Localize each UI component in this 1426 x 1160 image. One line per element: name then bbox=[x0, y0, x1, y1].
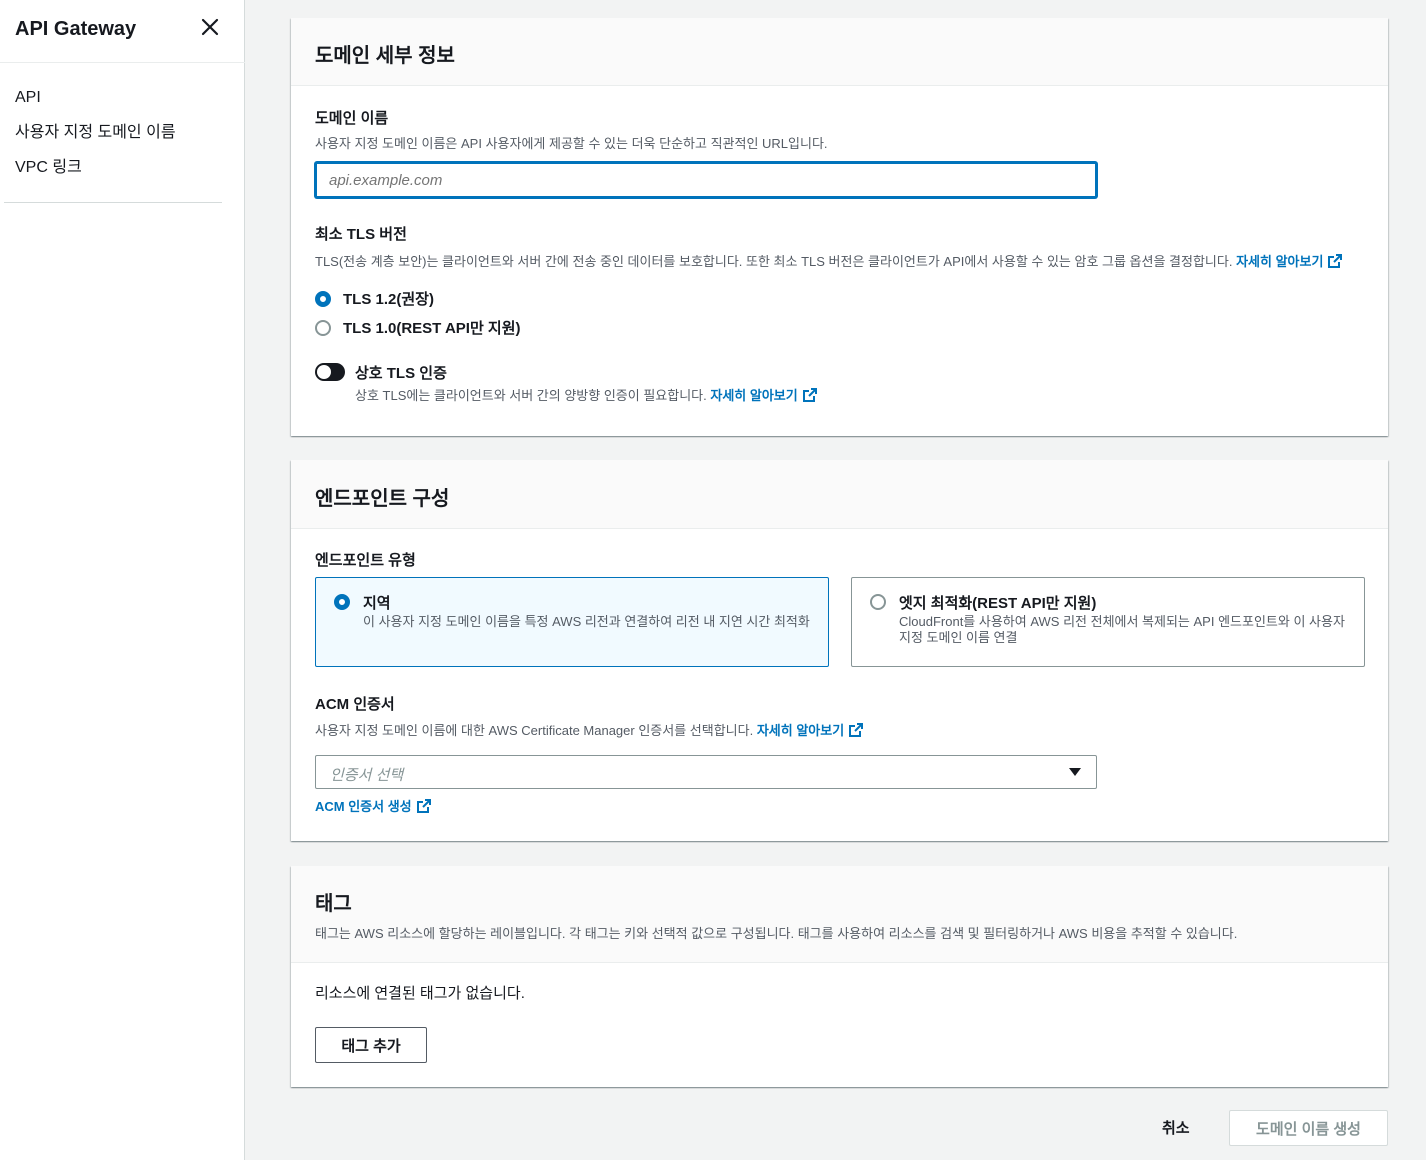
mutual-tls-learn-more-label: 자세히 알아보기 bbox=[710, 388, 798, 403]
sidebar-item-custom-domain-names[interactable]: 사용자 지정 도메인 이름 bbox=[15, 115, 176, 150]
radio-unchecked-icon[interactable] bbox=[315, 319, 331, 336]
domain-name-label: 도메인 이름 bbox=[315, 110, 389, 127]
panel-header: 도메인 세부 정보 bbox=[291, 18, 1388, 86]
radio-unchecked-icon[interactable] bbox=[870, 594, 886, 610]
tls-learn-more-link[interactable]: 자세히 알아보기 bbox=[1236, 254, 1343, 269]
tls-option-1-0[interactable]: TLS 1.0(REST API만 지원) bbox=[315, 317, 521, 338]
sidebar-item-vpc-links[interactable]: VPC 링크 bbox=[15, 150, 176, 185]
external-link-icon bbox=[1328, 254, 1343, 268]
radio-checked-icon[interactable] bbox=[334, 594, 350, 610]
tile-title: 지역 bbox=[363, 595, 391, 612]
panel-header: 엔드포인트 구성 bbox=[291, 460, 1388, 529]
mutual-tls-description: 상호 TLS에는 클라이언트와 서버 간의 양방향 인증이 필요합니다. 자세히… bbox=[355, 385, 818, 404]
radio-label: TLS 1.2(권장) bbox=[343, 291, 434, 308]
acm-description-text: 사용자 지정 도메인 이름에 대한 AWS Certificate Manage… bbox=[315, 723, 754, 738]
add-tag-button[interactable]: 태그 추가 bbox=[315, 1027, 427, 1063]
acm-learn-more-label: 자세히 알아보기 bbox=[756, 723, 845, 738]
sidebar-title: API Gateway bbox=[15, 18, 137, 40]
external-link-icon bbox=[416, 799, 431, 813]
external-link-icon bbox=[849, 723, 864, 737]
sidebar-item-api[interactable]: API bbox=[15, 80, 176, 115]
radio-checked-icon[interactable] bbox=[315, 290, 331, 307]
tls-learn-more-label: 자세히 알아보기 bbox=[1236, 254, 1324, 269]
external-link-icon bbox=[802, 388, 817, 402]
panel-title: 태그 bbox=[315, 893, 352, 915]
tls-description-text: TLS(전송 계층 보안)는 클라이언트와 서버 간에 전송 중인 데이터를 보… bbox=[315, 254, 1233, 269]
endpoint-config-panel: 엔드포인트 구성 엔드포인트 유형 지역 이 사용자 지정 도메인 이름을 특정… bbox=[291, 460, 1388, 841]
sidebar-divider bbox=[4, 202, 222, 203]
sidebar-divider bbox=[0, 62, 245, 63]
close-icon[interactable] bbox=[195, 14, 225, 44]
panel-title: 엔드포인트 구성 bbox=[315, 488, 450, 510]
domain-name-input[interactable] bbox=[315, 162, 1097, 198]
sidebar: API Gateway API 사용자 지정 도메인 이름 VPC 링크 bbox=[0, 0, 245, 1160]
domain-details-panel: 도메인 세부 정보 도메인 이름 사용자 지정 도메인 이름은 API 사용자에… bbox=[291, 18, 1388, 436]
sidebar-header: API Gateway bbox=[15, 14, 225, 44]
cancel-button[interactable]: 취소 bbox=[1162, 1117, 1190, 1138]
tls-option-1-2[interactable]: TLS 1.2(권장) bbox=[315, 288, 434, 309]
create-domain-name-button[interactable]: 도메인 이름 생성 bbox=[1229, 1110, 1388, 1146]
endpoint-type-label: 엔드포인트 유형 bbox=[315, 552, 416, 569]
endpoint-tile-edge-optimized[interactable]: 엣지 최적화(REST API만 지원) CloudFront를 사용하여 AW… bbox=[851, 577, 1365, 667]
mutual-tls-toggle[interactable] bbox=[315, 363, 345, 381]
panel-header: 태그 태그는 AWS 리소스에 할당하는 레이블입니다. 각 태그는 키와 선택… bbox=[291, 866, 1388, 963]
tags-panel: 태그 태그는 AWS 리소스에 할당하는 레이블입니다. 각 태그는 키와 선택… bbox=[291, 866, 1388, 1087]
mutual-tls-label: 상호 TLS 인증 bbox=[355, 365, 447, 382]
tile-description: CloudFront를 사용하여 AWS 리전 전체에서 복제되는 API 엔드… bbox=[899, 614, 1345, 645]
radio-label: TLS 1.0(REST API만 지원) bbox=[343, 320, 521, 337]
tags-empty-text: 리소스에 연결된 태그가 없습니다. bbox=[315, 985, 525, 1002]
panel-title: 도메인 세부 정보 bbox=[315, 45, 455, 67]
create-acm-certificate-link[interactable]: ACM 인증서 생성 bbox=[315, 796, 432, 815]
domain-name-description: 사용자 지정 도메인 이름은 API 사용자에게 제공할 수 있는 더욱 단순하… bbox=[315, 136, 828, 151]
acm-certificate-label: ACM 인증서 bbox=[315, 696, 395, 713]
create-acm-certificate-label: ACM 인증서 생성 bbox=[315, 799, 412, 814]
main-content: 도메인 세부 정보 도메인 이름 사용자 지정 도메인 이름은 API 사용자에… bbox=[246, 0, 1426, 1160]
tls-version-description: TLS(전송 계층 보안)는 클라이언트와 서버 간에 전송 중인 데이터를 보… bbox=[315, 251, 1343, 270]
tile-title: 엣지 최적화(REST API만 지원) bbox=[899, 595, 1097, 612]
acm-certificate-select[interactable]: 인증서 선택 bbox=[315, 755, 1097, 789]
select-placeholder: 인증서 선택 bbox=[330, 767, 404, 784]
acm-learn-more-link[interactable]: 자세히 알아보기 bbox=[757, 723, 864, 738]
acm-certificate-description: 사용자 지정 도메인 이름에 대한 AWS Certificate Manage… bbox=[315, 720, 864, 739]
mutual-tls-description-text: 상호 TLS에는 클라이언트와 서버 간의 양방향 인증이 필요합니다. bbox=[355, 388, 707, 403]
sidebar-nav: API 사용자 지정 도메인 이름 VPC 링크 bbox=[15, 80, 176, 185]
panel-body: 도메인 이름 사용자 지정 도메인 이름은 API 사용자에게 제공할 수 있는… bbox=[291, 86, 1388, 436]
mutual-tls-learn-more-link[interactable]: 자세히 알아보기 bbox=[710, 388, 817, 403]
tls-version-label: 최소 TLS 버전 bbox=[315, 226, 407, 243]
endpoint-tile-regional[interactable]: 지역 이 사용자 지정 도메인 이름을 특정 AWS 리전과 연결하여 리전 내… bbox=[315, 577, 829, 667]
tags-description: 태그는 AWS 리소스에 할당하는 레이블입니다. 각 태그는 키와 선택적 값… bbox=[315, 926, 1238, 941]
caret-down-icon bbox=[1069, 768, 1081, 776]
tile-description: 이 사용자 지정 도메인 이름을 특정 AWS 리전과 연결하여 리전 내 지연… bbox=[363, 614, 810, 629]
